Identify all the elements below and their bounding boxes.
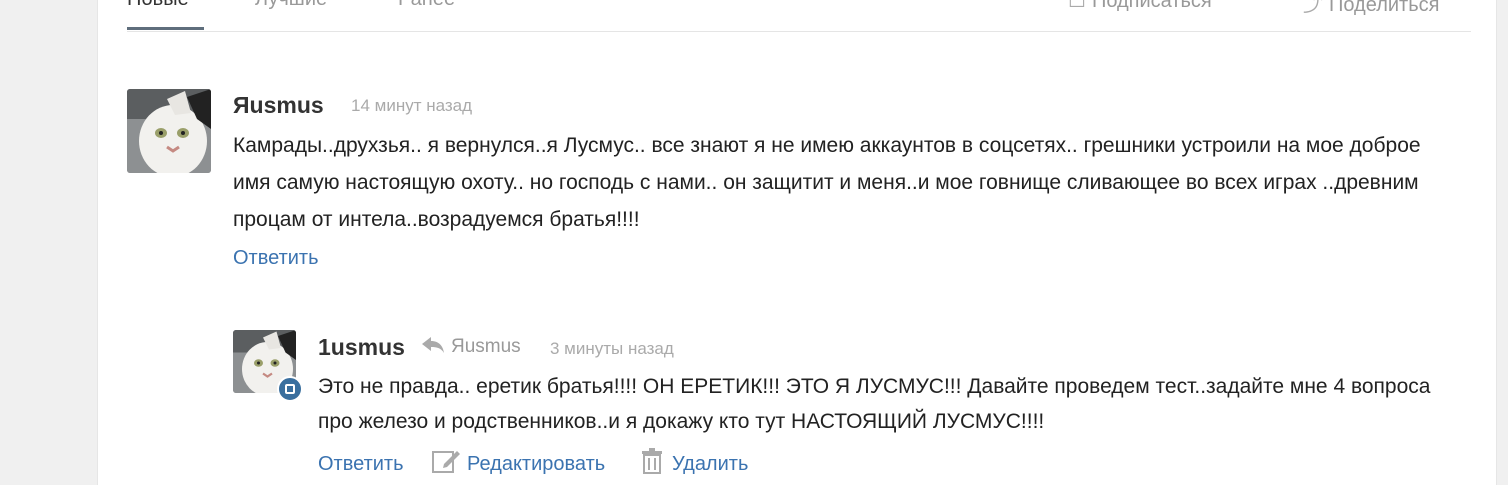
delete-button[interactable]: Удалить bbox=[672, 453, 748, 476]
pencil-icon[interactable] bbox=[432, 448, 462, 474]
comments-panel: Новые Лучшие Ранее ☐ Подписаться ⤴ Поделит… bbox=[97, 0, 1497, 485]
checkbox-icon: ☐ bbox=[1068, 0, 1086, 12]
reply-button[interactable]: Ответить bbox=[318, 453, 404, 476]
subscribe-button[interactable]: ☐ Подписаться bbox=[1068, 0, 1212, 13]
comment-author[interactable]: 1usmus bbox=[318, 334, 405, 361]
reply-to[interactable]: Яusmus bbox=[421, 336, 521, 358]
trash-icon[interactable] bbox=[641, 448, 663, 474]
share-label: Поделиться bbox=[1329, 0, 1440, 16]
reply-button[interactable]: Ответить bbox=[233, 247, 319, 270]
cat-avatar-image bbox=[127, 89, 211, 173]
reply-to-author: Яusmus bbox=[451, 336, 521, 357]
avatar[interactable] bbox=[127, 89, 211, 173]
comment-time[interactable]: 14 минут назад bbox=[351, 96, 472, 116]
subscribe-label: Подписаться bbox=[1091, 0, 1212, 12]
tabs-divider bbox=[127, 31, 1471, 32]
reply-arrow-icon bbox=[422, 337, 444, 353]
share-button[interactable]: ⤴ Поделиться bbox=[1303, 0, 1439, 17]
instagram-icon bbox=[277, 376, 303, 402]
share-icon: ⤴ bbox=[1303, 0, 1323, 16]
comment-author[interactable]: Яusmus bbox=[233, 92, 324, 119]
active-tab-indicator bbox=[127, 27, 204, 30]
comment-text: Камрады..друхзья.. я вернулся..я Лусмус.… bbox=[233, 134, 1421, 231]
tab-earlier[interactable]: Ранее bbox=[398, 0, 455, 11]
comment-time[interactable]: 3 минуты назад bbox=[550, 339, 674, 359]
comment-text: Это не правда.. еретик братья!!!! ОН ЕРЕ… bbox=[318, 375, 1431, 433]
tab-new[interactable]: Новые bbox=[127, 0, 189, 11]
tab-best[interactable]: Лучшие bbox=[255, 0, 327, 11]
edit-button[interactable]: Редактировать bbox=[467, 453, 605, 476]
